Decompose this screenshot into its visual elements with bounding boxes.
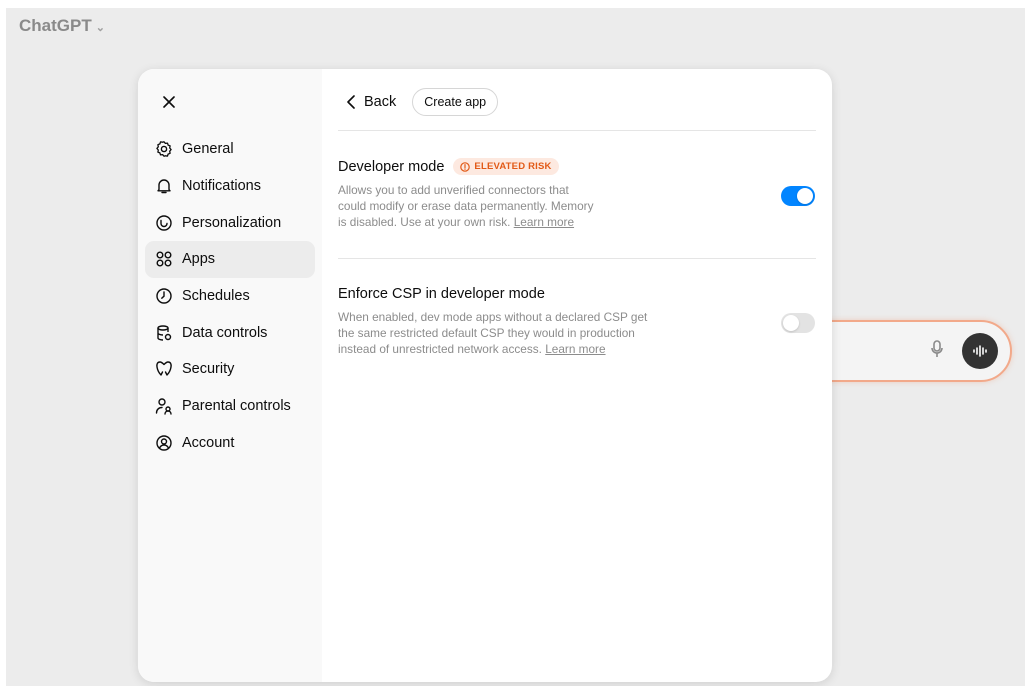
sidebar-item-label: Parental controls [182,398,291,415]
sidebar-item-personalization[interactable]: Personalization [145,204,315,241]
microphone-icon[interactable] [928,340,946,362]
learn-more-link[interactable]: Learn more [514,215,574,229]
sidebar-item-notifications[interactable]: Notifications [145,168,315,205]
sidebar-item-apps[interactable]: Apps [145,241,315,278]
personalization-icon [156,215,172,231]
learn-more-link[interactable]: Learn more [545,342,605,356]
sidebar-item-label: General [182,141,234,158]
setting-enforce-csp: Enforce CSP in developer mode When enabl… [338,286,816,357]
settings-nav: General Notifications Personalization Ap… [145,131,315,461]
sidebar-item-general[interactable]: General [145,131,315,168]
settings-content: Back Create app Developer mode ELEVATED … [338,69,816,682]
sidebar-item-label: Schedules [182,288,250,305]
back-label: Back [364,94,397,110]
sidebar-item-label: Account [182,434,235,451]
settings-sidebar: General Notifications Personalization Ap… [138,69,322,682]
sidebar-item-label: Data controls [182,324,268,341]
divider [338,258,816,259]
elevated-risk-badge: ELEVATED RISK [453,158,559,175]
badge-label: ELEVATED RISK [474,161,552,172]
clock-icon [156,288,172,304]
setting-description: Allows you to add unverified connectors … [338,183,594,229]
sidebar-item-data-controls[interactable]: Data controls [145,314,315,351]
setting-title: Developer mode [338,158,445,175]
model-selector[interactable]: ChatGPT ⌄ [19,16,105,36]
enforce-csp-toggle[interactable] [781,313,815,333]
sidebar-item-label: Notifications [182,178,261,195]
chevron-left-icon [347,95,355,109]
warning-icon [460,161,471,172]
voice-mode-button[interactable] [962,333,998,369]
chevron-down-icon: ⌄ [95,21,105,34]
sidebar-item-security[interactable]: Security [145,351,315,388]
close-button[interactable] [158,91,180,113]
shield-icon [156,361,172,377]
bell-icon [157,179,171,194]
parental-icon [155,398,172,415]
sidebar-item-label: Apps [182,251,216,268]
back-button[interactable]: Back [346,94,396,110]
sidebar-item-parental-controls[interactable]: Parental controls [145,388,315,425]
create-app-button[interactable]: Create app [412,88,499,116]
model-name: ChatGPT [19,16,92,35]
sidebar-item-label: Personalization [182,214,282,231]
setting-title: Enforce CSP in developer mode [338,286,545,302]
gear-icon [156,141,172,158]
sidebar-item-label: Security [182,361,235,378]
setting-developer-mode: Developer mode ELEVATED RISK Allows you … [338,158,816,230]
sidebar-item-account[interactable]: Account [145,425,315,462]
close-icon [163,96,175,108]
sidebar-item-schedules[interactable]: Schedules [145,278,315,315]
waveform-icon [973,345,987,357]
account-icon [156,435,172,451]
apps-grid-icon [156,251,172,267]
divider [338,130,816,131]
database-icon [157,325,172,341]
setting-description: When enabled, dev mode apps without a de… [338,310,648,356]
developer-mode-toggle[interactable] [781,186,815,206]
settings-modal: General Notifications Personalization Ap… [138,69,832,682]
content-header: Back Create app [338,87,499,117]
